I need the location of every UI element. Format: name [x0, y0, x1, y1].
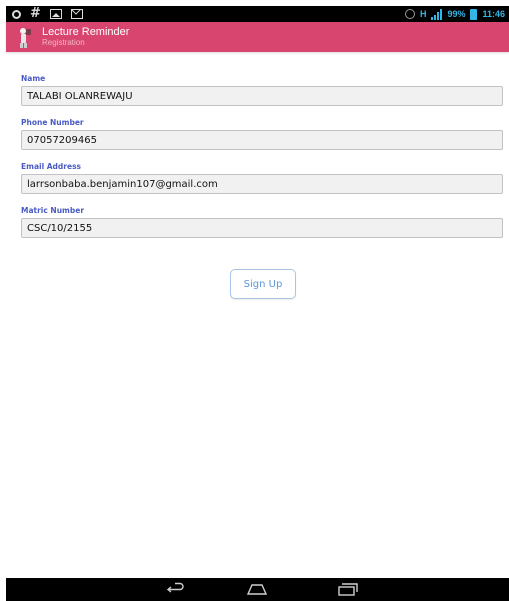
- mail-icon: [70, 9, 83, 19]
- hash-icon: #: [30, 6, 41, 21]
- home-icon[interactable]: [246, 580, 268, 599]
- notification-icons: #: [12, 6, 83, 22]
- picture-icon: [49, 9, 62, 19]
- matric-label: Matric Number: [21, 206, 85, 215]
- phone-label: Phone Number: [21, 118, 84, 127]
- app-icon[interactable]: [18, 25, 32, 49]
- battery-percent: 99%: [447, 9, 466, 19]
- app-title: Lecture Reminder: [42, 26, 130, 38]
- recent-apps-icon[interactable]: [336, 580, 358, 599]
- back-icon[interactable]: [165, 580, 187, 599]
- clock: 11:46: [482, 9, 505, 19]
- circle-icon: [12, 9, 21, 19]
- app-subtitle: Registration: [42, 38, 85, 47]
- email-field[interactable]: [21, 174, 503, 194]
- title-block: Lecture Reminder Registration: [42, 26, 129, 48]
- phone-field[interactable]: [21, 130, 503, 150]
- email-label: Email Address: [21, 162, 82, 171]
- name-field[interactable]: [21, 86, 503, 106]
- registration-form: Name Phone Number Email Address Matric N…: [21, 74, 503, 250]
- alarm-icon: [404, 9, 415, 19]
- status-bar: # H 99% 11:46: [6, 6, 509, 22]
- system-icons: H 99% 11:46: [404, 8, 505, 20]
- action-bar: Lecture Reminder Registration: [6, 22, 509, 52]
- battery-icon: [470, 8, 478, 20]
- matric-field[interactable]: [21, 218, 503, 238]
- registration-screen: # H 99% 11:46 Lecture Reminder Registrat…: [0, 0, 509, 601]
- signal-type: H: [419, 9, 427, 19]
- sign-up-button[interactable]: Sign Up: [230, 269, 296, 299]
- navigation-bar: [6, 578, 509, 601]
- signal-icon: [431, 8, 443, 20]
- name-label: Name: [21, 74, 46, 83]
